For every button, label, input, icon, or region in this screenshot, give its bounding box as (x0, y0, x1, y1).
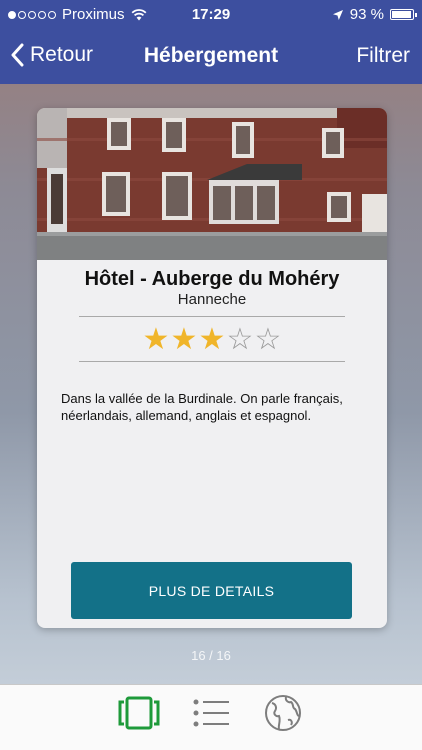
battery-level (392, 11, 411, 18)
more-details-button[interactable]: PLUS DE DETAILS (71, 562, 352, 619)
system-indicators: 93 % (332, 6, 417, 23)
star-rating: ★ ★ ★ ☆ ☆ (37, 324, 387, 356)
star-filled-icon: ★ (142, 323, 170, 356)
hotel-name: Hôtel - Auberge du Mohéry (84, 268, 340, 290)
hotel-card: Hôtel - Auberge du Mohéry Hanneche ★ ★ ★ ☆ ☆… (37, 108, 387, 628)
hotel-description: Dans la vallée de la Burdinale. On parle… (61, 391, 343, 423)
tab-cards[interactable] (114, 693, 164, 733)
globe-icon (265, 695, 301, 731)
star-empty-icon: ☆ (226, 323, 254, 356)
star-filled-icon: ★ (170, 323, 198, 356)
hotel-city: Hanneche (177, 291, 247, 308)
cards-icon (118, 696, 160, 730)
battery-percent: 93 % (349, 6, 384, 23)
hotel-photo (37, 108, 387, 260)
list-icon (193, 699, 229, 727)
star-empty-icon: ☆ (254, 323, 282, 356)
tab-list[interactable] (186, 693, 236, 733)
divider-top (79, 316, 345, 317)
battery-icon (390, 9, 417, 20)
location-arrow-icon (332, 9, 343, 20)
status-bar: Proximus 17:29 93 % (0, 0, 422, 30)
tab-map[interactable] (258, 693, 308, 733)
divider-bottom (79, 361, 345, 362)
tab-bar (0, 684, 422, 750)
navigation-bar: Retour Hébergement Filtrer (0, 30, 422, 84)
filter-button[interactable]: Filtrer (356, 44, 410, 68)
page-indicator: 16 / 16 (191, 648, 231, 663)
star-filled-icon: ★ (198, 323, 226, 356)
